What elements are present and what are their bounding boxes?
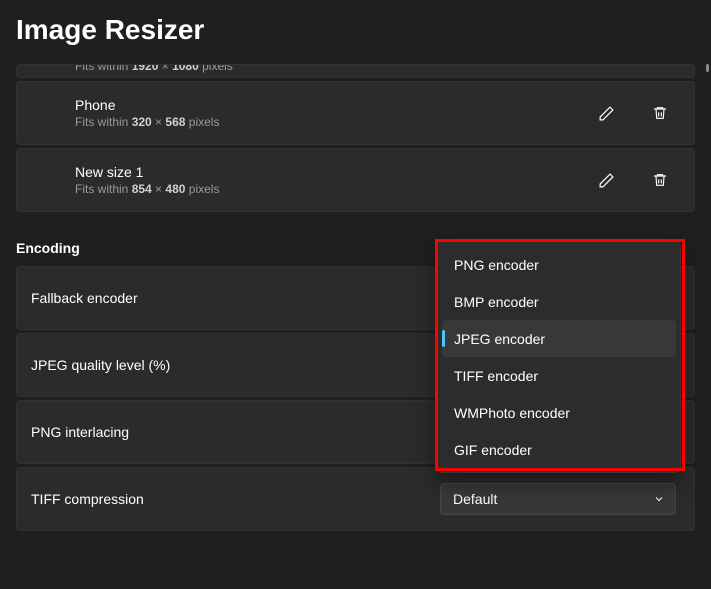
dropdown-item-wmphoto[interactable]: WMPhoto encoder: [442, 394, 676, 431]
preset-subtitle: Fits within 854 × 480 pixels: [75, 182, 590, 196]
dropdown-item-bmp[interactable]: BMP encoder: [442, 283, 676, 320]
dropdown-item-tiff[interactable]: TIFF encoder: [442, 357, 676, 394]
edit-icon[interactable]: [590, 97, 622, 129]
tiff-compression-select[interactable]: Default: [440, 483, 676, 515]
jpeg-quality-label: JPEG quality level (%): [31, 357, 440, 373]
delete-icon[interactable]: [644, 164, 676, 196]
preset-row: New size 1 Fits within 854 × 480 pixels: [16, 148, 695, 212]
preset-title: New size 1: [75, 164, 590, 180]
dropdown-item-jpeg[interactable]: JPEG encoder: [442, 320, 676, 357]
select-value: Default: [453, 491, 645, 507]
fallback-encoder-label: Fallback encoder: [31, 290, 440, 306]
preset-row: Phone Fits within 320 × 568 pixels: [16, 81, 695, 145]
chevron-down-icon: [653, 493, 665, 505]
tiff-compression-row: TIFF compression Default: [16, 467, 695, 531]
delete-icon[interactable]: [644, 97, 676, 129]
page-header: Image Resizer: [0, 0, 711, 64]
dropdown-item-png[interactable]: PNG encoder: [442, 246, 676, 283]
page-title: Image Resizer: [16, 14, 695, 46]
edit-icon[interactable]: [590, 164, 622, 196]
preset-row: Fits within 1920 × 1080 pixels: [16, 64, 695, 78]
png-interlacing-label: PNG interlacing: [31, 424, 440, 440]
preset-subtitle: Fits within 320 × 568 pixels: [75, 115, 590, 129]
content-area: Fits within 1920 × 1080 pixels Phone Fit…: [0, 64, 711, 584]
fallback-encoder-dropdown: PNG encoder BMP encoder JPEG encoder TIF…: [437, 241, 681, 473]
preset-subtitle: Fits within 1920 × 1080 pixels: [75, 64, 676, 73]
preset-title: Phone: [75, 97, 590, 113]
scrollbar-thumb[interactable]: [706, 64, 709, 72]
dropdown-item-gif[interactable]: GIF encoder: [442, 431, 676, 468]
tiff-compression-label: TIFF compression: [31, 491, 440, 507]
